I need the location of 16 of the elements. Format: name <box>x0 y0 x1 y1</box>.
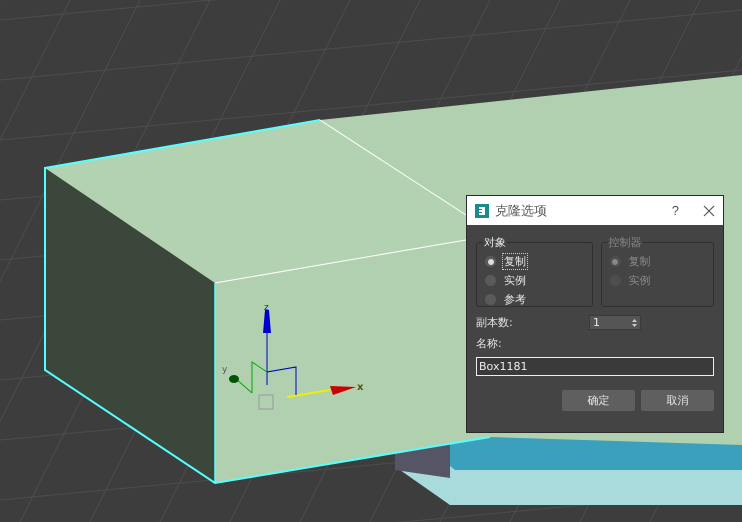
radio-option[interactable]: 复制 <box>485 252 527 271</box>
name-field[interactable]: Box1181 <box>476 357 714 376</box>
transform-gizmo-drawing: z y x <box>222 303 364 410</box>
group-title: 控制器 <box>608 235 642 250</box>
help-button[interactable]: ? <box>654 203 697 218</box>
copies-spinner[interactable]: 1 <box>589 315 641 330</box>
copies-label: 副本数: <box>476 315 513 330</box>
radio-option[interactable]: 参考 <box>485 290 527 309</box>
name-label: 名称: <box>476 336 503 351</box>
dialog-title: 克隆选项 <box>495 202 548 220</box>
radio-option[interactable]: 实例 <box>485 271 527 290</box>
app-logo-icon <box>475 204 489 218</box>
dialog-button[interactable]: 确定 <box>562 390 635 411</box>
dialog-button[interactable]: 取消 <box>641 390 714 411</box>
group-title: 对象 <box>483 235 507 250</box>
close-icon[interactable] <box>703 204 715 216</box>
